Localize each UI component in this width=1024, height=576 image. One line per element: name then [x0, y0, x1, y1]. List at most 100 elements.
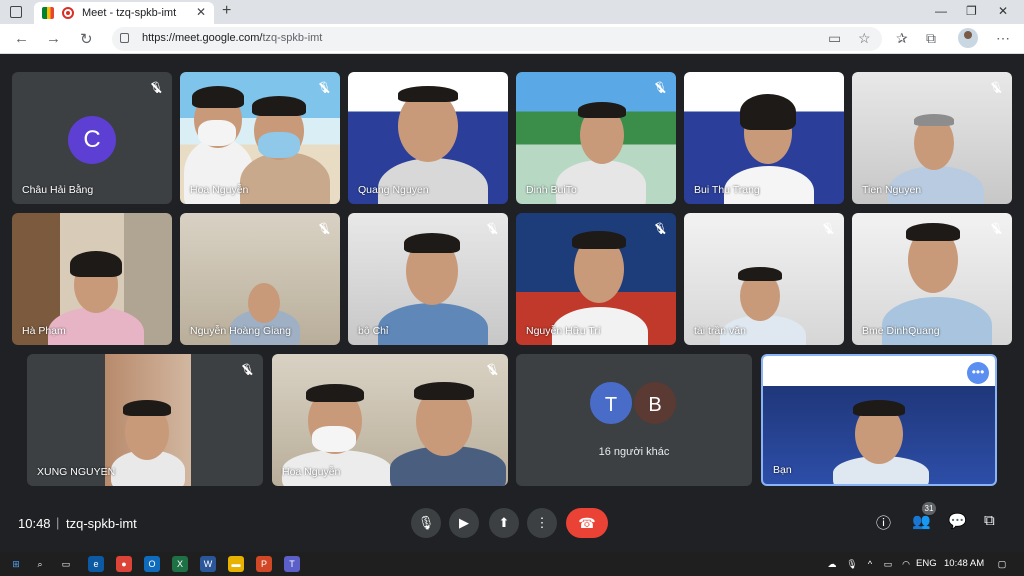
participant-video: [556, 160, 646, 204]
others-avatar: T: [588, 380, 634, 426]
camera-permission-icon[interactable]: ▭: [828, 30, 841, 47]
participant-name: Bme DinhQuang: [862, 325, 940, 337]
mic-off-icon: 🎙: [821, 223, 835, 235]
address-url: https://meet.google.com/tzq-spkb-imt: [142, 32, 322, 44]
participant-name: Nguyễn Hoàng Giang: [190, 325, 291, 337]
mic-off-icon: 🎙: [989, 223, 1003, 235]
recording-indicator-icon: [62, 7, 74, 19]
tab-close-icon[interactable]: ✕: [196, 5, 206, 19]
windows-start-icon[interactable]: ⊞: [8, 556, 24, 572]
language-indicator[interactable]: ENG: [916, 558, 937, 569]
outlook-icon[interactable]: O: [144, 556, 160, 572]
participant-video: [70, 251, 122, 277]
participant-video: [312, 426, 356, 452]
close-window-button[interactable]: ✕: [998, 4, 1008, 18]
participant-tile[interactable]: 🎙 Nguyễn Hoàng Giang: [180, 213, 340, 345]
taskbar-clock[interactable]: 10:48 AM: [944, 558, 984, 569]
participant-tile[interactable]: 🎙 bộ Chỉ: [348, 213, 508, 345]
participant-video: [378, 158, 488, 204]
forward-button[interactable]: →: [46, 30, 61, 47]
notifications-icon[interactable]: ▢: [994, 556, 1010, 572]
camera-button[interactable]: ▶: [449, 508, 479, 538]
new-tab-button[interactable]: +: [222, 2, 231, 20]
more-options-button[interactable]: •••: [967, 362, 989, 384]
file-explorer-icon[interactable]: ▬: [228, 556, 244, 572]
participant-tile[interactable]: Hà Phạm: [12, 213, 172, 345]
participant-name: XUNG NGUYEN: [37, 466, 116, 478]
meeting-details-icon[interactable]: ⓘ: [876, 512, 891, 533]
word-icon[interactable]: W: [200, 556, 216, 572]
participant-tile[interactable]: 🎙 tài trần văn: [684, 213, 844, 345]
microphone-tray-icon[interactable]: 🎙: [844, 556, 860, 572]
browser-toolbar: ← → ↻ https://meet.google.com/tzq-spkb-i…: [0, 24, 1024, 54]
reload-button[interactable]: ↻: [80, 30, 93, 48]
participant-tile[interactable]: 🎙 XUNG NGUYEN: [27, 354, 263, 486]
more-options-button[interactable]: ⋮: [527, 508, 557, 538]
hang-up-icon: ☎: [578, 515, 596, 531]
others-count-label: 16 người khác: [598, 446, 670, 458]
participant-tile[interactable]: 🎙 Nguyễn Hữu Trí: [516, 213, 676, 345]
lock-icon[interactable]: [120, 33, 129, 43]
chat-icon[interactable]: 💬: [948, 512, 967, 530]
microphone-button[interactable]: 🎙: [411, 508, 441, 538]
wifi-icon[interactable]: ◠: [898, 556, 914, 572]
participant-video: [572, 231, 626, 249]
chrome-icon[interactable]: ●: [116, 556, 132, 572]
participant-video: [306, 384, 364, 402]
participant-tile[interactable]: 🎙 Tien Nguyen: [852, 72, 1012, 204]
show-hidden-icons-icon[interactable]: ^: [862, 556, 878, 572]
excel-icon[interactable]: X: [172, 556, 188, 572]
mic-off-icon: 🎙: [485, 364, 499, 376]
browser-tab-strip: Meet - tzq-spkb-imt ✕ + — ❐ ✕: [0, 0, 1024, 24]
task-view-icon[interactable]: ▭: [58, 556, 74, 572]
minimize-button[interactable]: —: [935, 4, 947, 18]
participant-tile[interactable]: 🎙 Quang Nguyen: [348, 72, 508, 204]
mic-off-icon: 🎙: [485, 82, 499, 94]
teams-icon[interactable]: T: [284, 556, 300, 572]
more-menu-icon[interactable]: ⋯: [996, 30, 1010, 47]
profile-avatar[interactable]: [958, 28, 978, 48]
browser-tab-meet[interactable]: Meet - tzq-spkb-imt ✕: [34, 2, 214, 24]
participant-video: [414, 382, 474, 400]
participant-name: Quang Nguyen: [358, 184, 429, 196]
collections-icon[interactable]: ⧉: [926, 30, 936, 47]
end-call-button[interactable]: ☎: [566, 508, 608, 538]
participant-video: [258, 132, 300, 158]
restore-button[interactable]: ❐: [966, 4, 977, 18]
video-camera-icon: ▶: [459, 515, 469, 530]
participant-name: Hà Phạm: [22, 325, 66, 337]
participant-video: [578, 102, 626, 118]
windows-taskbar: ⊞ ⌕ ▭ e ● O X W ▬ P T ☁ 🎙 ^ ▭ ◠ ENG 10:4…: [0, 552, 1024, 576]
mic-off-icon: 🎙: [240, 364, 254, 376]
mic-off-icon: 🎙: [989, 82, 1003, 94]
participant-video: [123, 400, 171, 416]
powerpoint-icon[interactable]: P: [256, 556, 272, 572]
participant-name: Bạn: [773, 464, 792, 476]
cloud-icon[interactable]: ☁: [824, 556, 840, 572]
address-bar[interactable]: https://meet.google.com/tzq-spkb-imt: [112, 27, 882, 51]
present-screen-button[interactable]: ⬆: [489, 508, 519, 538]
search-icon[interactable]: ⌕: [32, 556, 48, 572]
participant-tile[interactable]: 🎙 Hoa Nguyễn: [272, 354, 508, 486]
participant-video: [192, 86, 244, 108]
participant-name: tài trần văn: [694, 325, 746, 337]
activities-icon[interactable]: ⧉: [984, 512, 995, 529]
present-screen-icon: ⬆: [498, 515, 510, 530]
tab-actions-icon[interactable]: [10, 6, 22, 18]
participant-tile[interactable]: 🎙 Hoa Nguyễn: [180, 72, 340, 204]
participant-tile[interactable]: 🎙 Bui Thu Trang: [684, 72, 844, 204]
others-avatar: B: [632, 380, 678, 426]
back-button[interactable]: ←: [14, 30, 29, 47]
favorites-icon[interactable]: ✰: [896, 30, 908, 47]
self-tile[interactable]: ••• Bạn: [761, 354, 997, 486]
battery-icon[interactable]: ▭: [880, 556, 896, 572]
others-tile[interactable]: T B 16 người khác: [516, 354, 752, 486]
edge-icon[interactable]: e: [88, 556, 104, 572]
participant-name: Hoa Nguyễn: [282, 466, 341, 478]
participant-tile[interactable]: 🎙 Bme DinhQuang: [852, 213, 1012, 345]
participant-video: [740, 94, 796, 130]
participant-tile[interactable]: 🎙 Dinh BuiTo: [516, 72, 676, 204]
bookmark-star-icon[interactable]: ☆: [858, 30, 871, 47]
participant-tile[interactable]: C 🎙 Châu Hải Bằng: [12, 72, 172, 204]
participant-video: [248, 283, 280, 323]
